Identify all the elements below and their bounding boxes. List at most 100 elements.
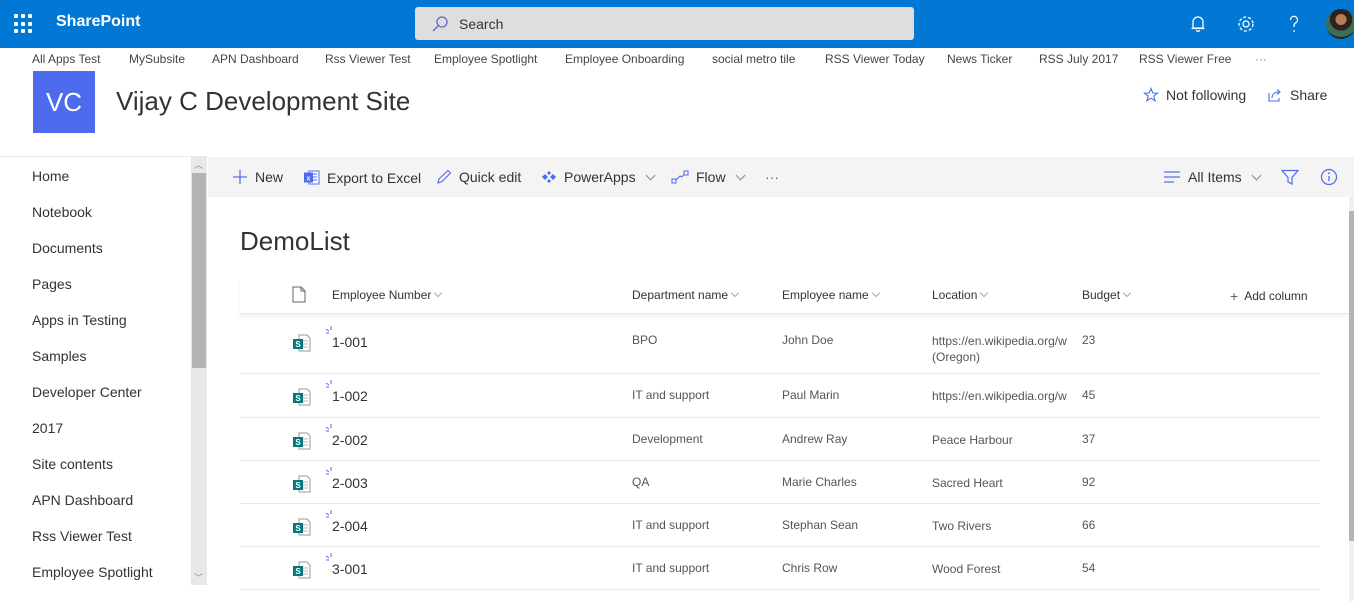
follow-label: Not following	[1166, 87, 1247, 103]
location-cell[interactable]: Wood Forest	[932, 561, 1072, 577]
location-cell[interactable]: https://en.wikipedia.org/w (Oregon)	[932, 333, 1072, 365]
column-header-label: Employee Number	[332, 288, 432, 302]
nav-item-home[interactable]: Home	[32, 168, 69, 184]
scroll-up-icon[interactable]: ︿	[194, 158, 203, 171]
nav-item-pages[interactable]: Pages	[32, 276, 72, 292]
help-icon[interactable]	[1282, 12, 1306, 36]
employee-number-cell[interactable]: 2-002	[332, 432, 368, 448]
view-list-icon	[1164, 171, 1180, 183]
location-cell[interactable]: Two Rivers	[932, 518, 1072, 534]
column-header-employee-name[interactable]: Employee name	[782, 288, 880, 302]
topnav-link[interactable]: All Apps Test	[32, 52, 100, 66]
nav-item-site-contents[interactable]: Site contents	[32, 456, 113, 472]
powerapps-button[interactable]: PowerApps	[541, 169, 656, 185]
site-title[interactable]: Vijay C Development Site	[116, 86, 410, 117]
table-row[interactable]: S 2-003 QA Marie Charles Sacred Heart 92	[240, 461, 1320, 504]
topnav-link[interactable]: RSS July 2017	[1039, 52, 1118, 66]
topnav-link[interactable]: MySubsite	[129, 52, 185, 66]
pencil-icon	[437, 169, 452, 184]
content-scrollbar[interactable]	[1349, 197, 1354, 601]
table-row[interactable]: S 1-002 IT and support Paul Marin https://en…	[240, 374, 1320, 418]
department-cell: IT and support	[632, 518, 710, 532]
employee-number-cell[interactable]: 2-003	[332, 475, 368, 491]
location-cell[interactable]: Sacred Heart	[932, 475, 1072, 491]
app-launcher-icon[interactable]	[14, 14, 34, 34]
budget-cell: 54	[1082, 561, 1096, 575]
nav-item-employee-spotlight[interactable]: Employee Spotlight	[32, 564, 153, 580]
bell-icon[interactable]	[1186, 12, 1210, 36]
filter-icon[interactable]	[1281, 169, 1299, 185]
location-cell[interactable]: https://en.wikipedia.org/w	[932, 388, 1072, 404]
new-item-icon	[326, 424, 332, 432]
topnav-link[interactable]: News Ticker	[947, 52, 1012, 66]
left-nav-scrollbar[interactable]: ︿ ﹀	[191, 157, 207, 585]
column-header-employee-number[interactable]: Employee Number	[332, 288, 443, 302]
nav-item-2017[interactable]: 2017	[32, 420, 63, 436]
topnav-link[interactable]: Employee Spotlight	[434, 52, 537, 66]
chevron-down-icon	[1251, 170, 1262, 180]
topnav-more-button[interactable]: ···	[1255, 52, 1267, 66]
employee-number-cell[interactable]: 1-001	[332, 334, 368, 350]
employee-number-cell[interactable]: 1-002	[332, 388, 368, 404]
brand-link[interactable]: SharePoint	[56, 13, 140, 31]
nav-item-rss-viewer-test[interactable]: Rss Viewer Test	[32, 528, 132, 544]
table-row[interactable]: S 1-001 BPO John Doe https://en.wikipedia.or…	[240, 315, 1320, 374]
new-button[interactable]: New	[232, 169, 283, 185]
nav-item-developer-center[interactable]: Developer Center	[32, 384, 142, 400]
nav-item-apn-dashboard[interactable]: APN Dashboard	[32, 492, 133, 508]
search-box[interactable]: Search	[415, 7, 914, 40]
powerapps-label: PowerApps	[564, 169, 636, 185]
view-selector[interactable]: All Items	[1163, 169, 1262, 185]
nav-item-apps-in-testing[interactable]: Apps in Testing	[32, 312, 127, 328]
svg-text:S: S	[295, 481, 301, 490]
topnav-link[interactable]: social metro tile	[712, 52, 795, 66]
gear-icon[interactable]	[1234, 12, 1258, 36]
flow-button[interactable]: Flow	[671, 169, 746, 185]
scrollbar-thumb[interactable]	[192, 173, 206, 368]
info-icon[interactable]	[1320, 168, 1338, 186]
scroll-down-icon[interactable]: ﹀	[194, 571, 203, 584]
location-cell[interactable]: Peace Harbour	[932, 432, 1072, 448]
topnav-link[interactable]: Rss Viewer Test	[325, 52, 411, 66]
user-avatar[interactable]	[1326, 9, 1354, 39]
employee-number-cell[interactable]: 3-001	[332, 561, 368, 577]
flow-icon	[671, 170, 689, 184]
command-bar: New x Export to Excel Quick edit PowerAp…	[208, 157, 1354, 197]
nav-item-samples[interactable]: Samples	[32, 348, 86, 364]
column-header-location[interactable]: Location	[932, 288, 989, 302]
follow-button[interactable]: Not following	[1143, 87, 1246, 103]
list-item-icon: S	[293, 561, 311, 579]
new-item-icon	[326, 380, 332, 388]
site-logo[interactable]: VC	[33, 71, 95, 133]
department-cell: Development	[632, 432, 703, 446]
chevron-down-icon	[980, 288, 989, 298]
new-item-icon	[326, 510, 332, 518]
export-to-excel-button[interactable]: x Export to Excel	[303, 169, 421, 186]
table-row[interactable]: S 3-001 IT and support Chris Row Wood Forest…	[240, 547, 1320, 590]
quick-edit-label: Quick edit	[459, 169, 522, 185]
svg-text:S: S	[295, 524, 301, 533]
quick-edit-button[interactable]: Quick edit	[436, 169, 521, 185]
scrollbar-thumb[interactable]	[1349, 211, 1354, 541]
chevron-down-icon	[434, 288, 443, 298]
topnav-link[interactable]: APN Dashboard	[212, 52, 299, 66]
table-row[interactable]: S 2-004 IT and support Stephan Sean Two Rive…	[240, 504, 1320, 547]
topnav-link[interactable]: RSS Viewer Free	[1139, 52, 1231, 66]
nav-item-documents[interactable]: Documents	[32, 240, 103, 256]
budget-cell: 45	[1082, 388, 1096, 402]
add-column-button[interactable]: + Add column	[1230, 288, 1308, 304]
topnav-link[interactable]: Employee Onboarding	[565, 52, 684, 66]
budget-cell: 66	[1082, 518, 1096, 532]
topnav-link[interactable]: RSS Viewer Today	[825, 52, 925, 66]
file-type-icon[interactable]	[292, 286, 306, 303]
share-button[interactable]: Share	[1267, 87, 1327, 103]
more-commands-button[interactable]: ···	[765, 169, 779, 185]
list-item-icon: S	[293, 432, 311, 450]
nav-item-notebook[interactable]: Notebook	[32, 204, 92, 220]
column-header-department-name[interactable]: Department name	[632, 288, 740, 302]
table-row[interactable]: S 2-002 Development Andrew Ray Peace Harbour…	[240, 418, 1320, 461]
chevron-down-icon	[735, 170, 746, 180]
employee-number-cell[interactable]: 2-004	[332, 518, 368, 534]
column-header-budget[interactable]: Budget	[1082, 288, 1132, 302]
column-header-label: Location	[932, 288, 978, 302]
